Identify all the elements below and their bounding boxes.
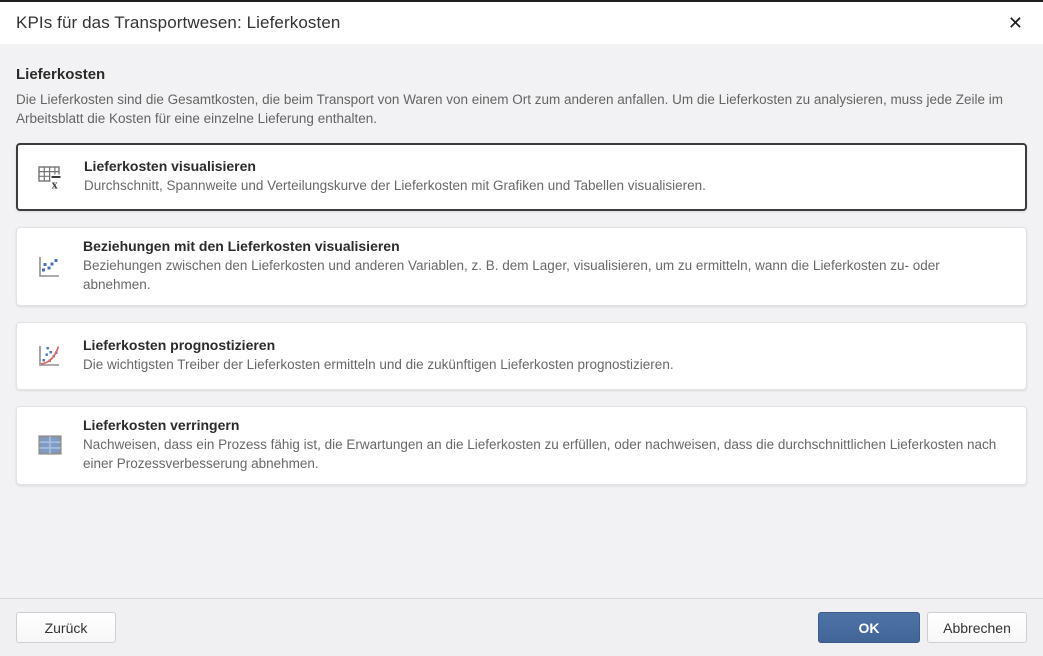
option-description: Durchschnitt, Spannweite und Verteilungs…	[84, 177, 1009, 196]
option-description: Beziehungen zwischen den Lieferkosten un…	[83, 257, 1010, 295]
dialog-titlebar: KPIs für das Transportwesen: Lieferkoste…	[0, 2, 1043, 44]
section-description: Die Lieferkosten sind die Gesamtkosten, …	[16, 90, 1027, 128]
trend-forecast-icon	[17, 342, 83, 370]
option-card-text: Beziehungen mit den Lieferkosten visuali…	[83, 238, 1010, 295]
option-card-reduce-costs[interactable]: Lieferkosten verringern Nachweisen, dass…	[16, 406, 1027, 485]
svg-text:x: x	[52, 178, 59, 192]
option-card-visualize-costs[interactable]: x Lieferkosten visualisieren Durchschnit…	[16, 143, 1027, 211]
section-heading: Lieferkosten	[16, 66, 1027, 83]
table-mean-icon: x	[18, 163, 84, 191]
option-title: Lieferkosten visualisieren	[84, 158, 1009, 174]
close-icon[interactable]: ✕	[1004, 12, 1027, 34]
option-title: Lieferkosten prognostizieren	[83, 337, 1010, 353]
capability-table-icon	[17, 431, 83, 459]
footer-right-buttons: OK Abbrechen	[818, 612, 1027, 643]
dialog-footer: Zurück OK Abbrechen	[0, 598, 1043, 656]
option-card-text: Lieferkosten verringern Nachweisen, dass…	[83, 417, 1010, 474]
scatter-plot-icon	[17, 253, 83, 281]
ok-button[interactable]: OK	[818, 612, 920, 643]
option-card-text: Lieferkosten prognostizieren Die wichtig…	[83, 337, 1010, 375]
option-title: Beziehungen mit den Lieferkosten visuali…	[83, 238, 1010, 254]
option-title: Lieferkosten verringern	[83, 417, 1010, 433]
dialog-content: Lieferkosten Die Lieferkosten sind die G…	[0, 44, 1043, 598]
option-description: Die wichtigsten Treiber der Lieferkosten…	[83, 356, 1010, 375]
option-card-text: Lieferkosten visualisieren Durchschnitt,…	[84, 158, 1009, 196]
option-card-forecast-costs[interactable]: Lieferkosten prognostizieren Die wichtig…	[16, 322, 1027, 390]
back-button[interactable]: Zurück	[16, 612, 116, 643]
dialog-title: KPIs für das Transportwesen: Lieferkoste…	[16, 13, 340, 33]
cancel-button[interactable]: Abbrechen	[927, 612, 1027, 643]
option-card-visualize-relationships[interactable]: Beziehungen mit den Lieferkosten visuali…	[16, 227, 1027, 306]
option-description: Nachweisen, dass ein Prozess fähig ist, …	[83, 436, 1010, 474]
